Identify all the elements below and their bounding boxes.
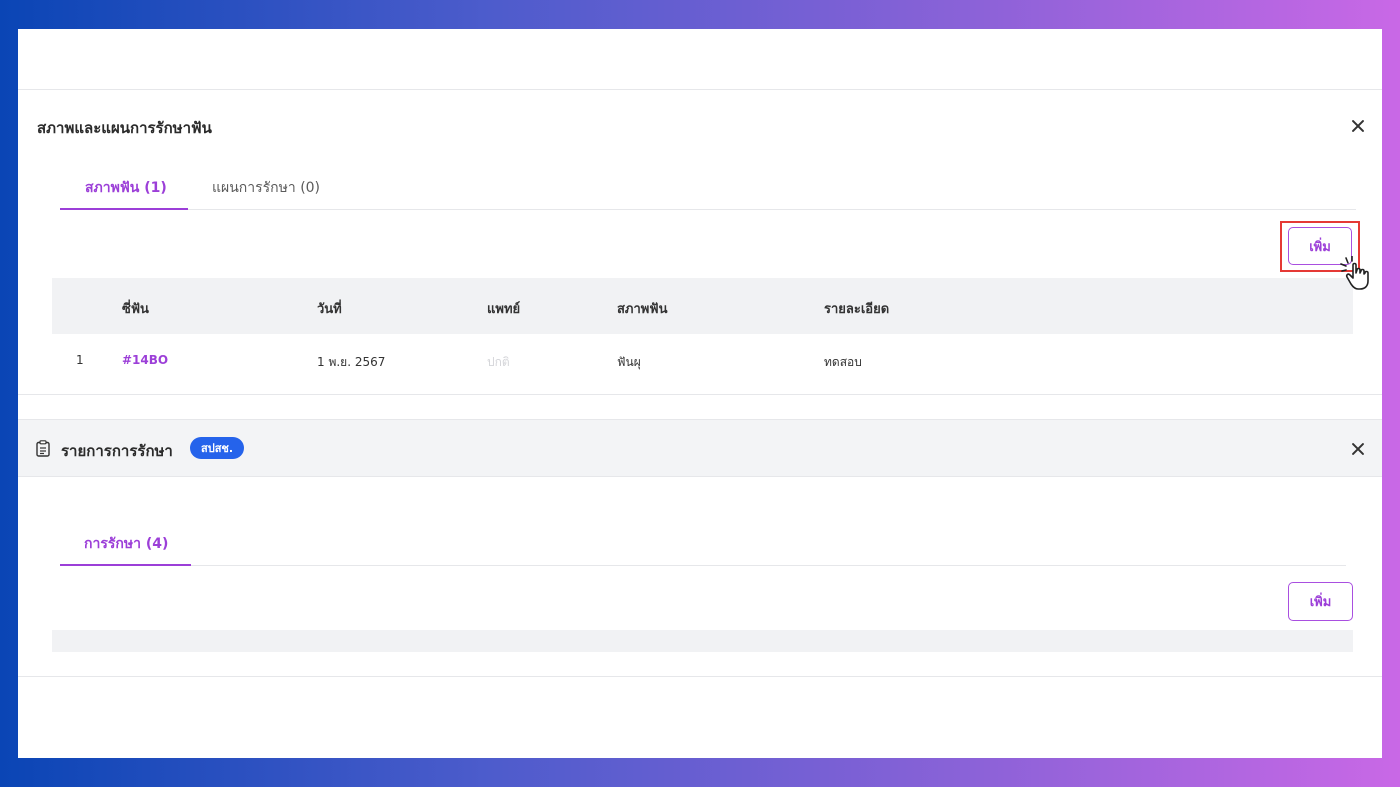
column-header-condition: สภาพฟัน <box>617 302 668 317</box>
status-badge: สปสช. <box>190 437 245 459</box>
screenshot-frame: สภาพและแผนการรักษาฟัน สภาพฟัน (1) แผนการ… <box>18 29 1382 758</box>
tab-treatment[interactable]: การรักษา (4) <box>84 533 168 555</box>
row-index: 1 <box>76 353 84 367</box>
row-doctor: ปกติ <box>487 355 510 369</box>
row-condition: ฟันผุ <box>617 355 641 369</box>
table-header: ซี่ฟัน วันที่ แพทย์ สภาพฟัน รายละเอียด <box>52 278 1353 334</box>
clipboard-icon <box>36 440 50 457</box>
tabs-divider <box>60 209 1356 210</box>
column-header-detail: รายละเอียด <box>824 302 890 317</box>
panel2-bottom-divider <box>18 676 1382 677</box>
active-tab-indicator <box>60 208 188 210</box>
column-header-doctor: แพทย์ <box>487 302 521 317</box>
panel-title-treatment-list: รายการการรักษา <box>61 442 173 460</box>
close-icon[interactable] <box>1346 114 1370 138</box>
top-divider <box>18 89 1382 90</box>
panel1-bottom-divider <box>18 394 1382 395</box>
column-header-tooth: ซี่ฟัน <box>122 302 149 317</box>
table-header <box>52 630 1353 652</box>
row-date: 1 พ.ย. 2567 <box>317 355 386 369</box>
tab-treatment-plan[interactable]: แผนการรักษา (0) <box>212 177 320 199</box>
close-icon[interactable] <box>1346 437 1370 461</box>
active-tab-indicator <box>60 564 191 566</box>
tabs-divider <box>60 565 1346 566</box>
panel-title-dental-condition: สภาพและแผนการรักษาฟัน <box>37 119 212 137</box>
hand-cursor-icon <box>1340 256 1369 290</box>
panel2-header: รายการการรักษา สปสช. <box>18 419 1382 477</box>
column-header-date: วันที่ <box>317 302 342 317</box>
add-treatment-button[interactable]: เพิ่ม <box>1288 582 1353 621</box>
tooth-link[interactable]: #14BO <box>122 353 168 367</box>
row-detail: ทดสอบ <box>824 355 862 369</box>
tab-dental-condition[interactable]: สภาพฟัน (1) <box>85 177 167 199</box>
